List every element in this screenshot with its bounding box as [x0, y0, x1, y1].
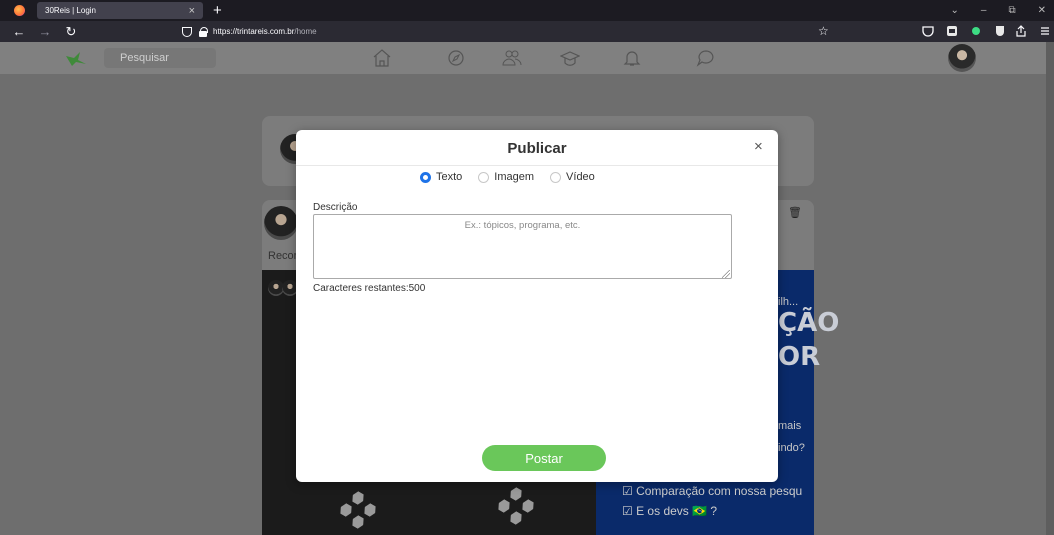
hexagon-logo-icon: [340, 492, 380, 532]
remaining-characters: Caracteres restantes:500: [313, 283, 426, 294]
resize-grip-icon[interactable]: [722, 270, 730, 278]
tracking-shield-icon[interactable]: [182, 26, 192, 37]
window-controls: ⌄ – ⧉ ✕: [951, 0, 1054, 21]
radio-unselected-icon[interactable]: [550, 171, 562, 183]
user-avatar[interactable]: [948, 44, 976, 72]
compass-icon[interactable]: [446, 49, 466, 67]
radio-label: Vídeo: [566, 171, 595, 183]
tab-title: 30Reis | Login: [45, 6, 96, 15]
radio-imagem[interactable]: Imagem: [478, 171, 534, 183]
tab-list-chevron-icon[interactable]: ⌄: [951, 5, 959, 16]
radio-label: Texto: [436, 171, 463, 183]
publish-modal: Publicar × Texto Imagem Vídeo Descrição …: [296, 130, 778, 482]
video-checklist-item: ☑ Comparação com nossa pesqu: [622, 484, 803, 498]
chat-icon[interactable]: [696, 49, 716, 67]
menu-icon[interactable]: [1040, 25, 1050, 37]
checklist-text: Comparação com nossa pesqu: [636, 484, 803, 498]
back-arrow-icon[interactable]: ←: [12, 24, 26, 39]
radio-label: Imagem: [494, 171, 535, 183]
description-textarea[interactable]: [313, 214, 732, 279]
checklist-text: E os devs 🇧🇷 ?: [636, 504, 718, 518]
url-path: /home: [294, 27, 317, 36]
video-text-line: ilh...: [778, 296, 799, 308]
address-bar[interactable]: https://trintareis.com.br/home: [213, 27, 317, 36]
post-button[interactable]: Postar: [482, 445, 606, 471]
trash-icon[interactable]: 🗑: [788, 206, 802, 219]
restore-icon[interactable]: ⧉: [1008, 5, 1015, 16]
post-text: Recor: [268, 250, 298, 262]
extension-green-icon[interactable]: [970, 25, 982, 37]
bookmark-star-icon[interactable]: ☆: [818, 24, 829, 38]
forward-arrow-icon[interactable]: →: [38, 24, 52, 39]
video-text-line: indo?: [778, 442, 805, 454]
hummingbird-logo-icon[interactable]: [64, 50, 88, 66]
app-nav: Pesquisar: [0, 42, 1054, 74]
post-avatar: [264, 206, 298, 240]
video-big-text: ÇÃO: [778, 308, 840, 338]
post-type-radio-group: Texto Imagem Vídeo: [420, 171, 611, 183]
url-domain: https://trintareis.com.br: [213, 27, 295, 36]
window-close-icon[interactable]: ✕: [1038, 5, 1046, 16]
description-label: Descrição: [313, 202, 358, 213]
graduation-cap-icon[interactable]: [560, 49, 580, 67]
bell-icon[interactable]: [622, 49, 642, 67]
close-icon[interactable]: ×: [754, 138, 763, 155]
firefox-logo-icon: [14, 5, 25, 16]
modal-divider: [296, 165, 778, 166]
video-text-line: mais: [778, 420, 802, 432]
radio-texto[interactable]: Texto: [420, 171, 462, 183]
minimize-icon[interactable]: –: [981, 5, 987, 16]
video-big-text: OR: [778, 342, 821, 372]
ublock-icon[interactable]: [994, 25, 1006, 37]
radio-unselected-icon[interactable]: [478, 171, 490, 183]
lock-icon[interactable]: [199, 26, 208, 37]
home-icon[interactable]: [372, 49, 392, 67]
page-scrollbar[interactable]: [1046, 42, 1054, 535]
pocket-icon[interactable]: [922, 25, 934, 37]
browser-nav-bar: ← → ↻ https://trintareis.com.br/home ☆: [0, 21, 1054, 42]
tab-close-icon[interactable]: ×: [189, 5, 195, 17]
radio-video[interactable]: Vídeo: [550, 171, 595, 183]
search-label: Pesquisar: [120, 52, 169, 64]
new-tab-button[interactable]: +: [213, 3, 222, 18]
hexagon-logo-icon: [498, 488, 538, 528]
reload-icon[interactable]: ↻: [64, 24, 78, 40]
radio-selected-icon[interactable]: [420, 171, 431, 183]
browser-tab[interactable]: 30Reis | Login ×: [37, 2, 203, 19]
browser-tab-bar: 30Reis | Login × + ⌄ – ⧉ ✕: [0, 0, 1054, 21]
screen: 30Reis | Login × + ⌄ – ⧉ ✕ ← → ↻ https:/…: [0, 0, 1054, 535]
extension-m-icon[interactable]: [946, 25, 958, 37]
search-input[interactable]: Pesquisar: [104, 48, 216, 68]
people-icon[interactable]: [502, 49, 522, 67]
modal-title: Publicar: [507, 140, 567, 157]
share-icon[interactable]: [1015, 25, 1027, 37]
video-checklist-item: ☑ E os devs 🇧🇷 ?: [622, 504, 718, 518]
